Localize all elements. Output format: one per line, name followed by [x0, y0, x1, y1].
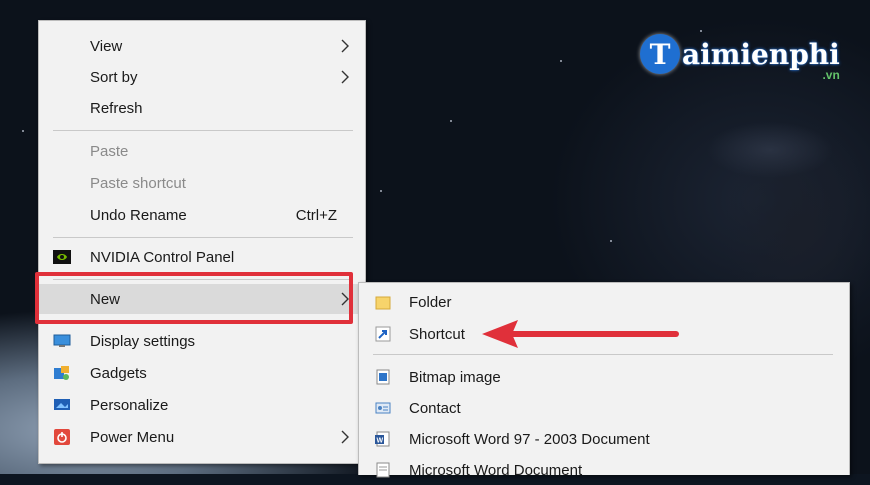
star: [22, 130, 24, 132]
contact-icon: [375, 402, 391, 414]
star: [560, 60, 562, 62]
star: [610, 240, 612, 242]
menu-item-label: Personalize: [90, 396, 169, 414]
menu-item-undo-rename[interactable]: Undo Rename Ctrl+Z: [39, 200, 365, 230]
gadgets-icon: [54, 366, 69, 380]
submenu-item-word[interactable]: Microsoft Word Document: [359, 455, 849, 485]
submenu-item-label: Bitmap image: [409, 368, 501, 386]
menu-item-power-menu[interactable]: Power Menu: [39, 422, 365, 452]
star: [450, 120, 452, 122]
menu-item-paste[interactable]: Paste: [39, 136, 365, 166]
submenu-item-contact[interactable]: Contact: [359, 393, 849, 423]
chevron-right-icon: [341, 430, 349, 444]
watermark-logo: T aimienphi .vn: [640, 24, 840, 84]
menu-item-paste-shortcut[interactable]: Paste shortcut: [39, 168, 365, 198]
new-submenu: Folder Shortcut Bitmap image Contact W M…: [358, 282, 850, 479]
submenu-item-label: Contact: [409, 399, 461, 417]
submenu-item-folder[interactable]: Folder: [359, 287, 849, 317]
menu-item-label: Paste shortcut: [90, 174, 186, 192]
power-icon: [54, 429, 70, 445]
menu-item-label: NVIDIA Control Panel: [90, 248, 235, 266]
chevron-right-icon: [341, 39, 349, 53]
menu-item-sort-by[interactable]: Sort by: [39, 62, 365, 92]
submenu-item-label: Shortcut: [409, 325, 465, 343]
menu-separator: [53, 237, 353, 238]
personalize-icon: [54, 399, 70, 410]
submenu-separator: [373, 354, 833, 355]
menu-item-personalize[interactable]: Personalize: [39, 390, 365, 420]
shortcut-icon: [375, 326, 391, 342]
menu-item-label: Undo Rename: [90, 206, 187, 224]
desktop-context-menu: View Sort by Refresh Paste Paste shortcu…: [38, 20, 366, 464]
submenu-item-bitmap[interactable]: Bitmap image: [359, 362, 849, 392]
red-arrow-annotation: [482, 320, 679, 348]
submenu-item-label: Microsoft Word Document: [409, 461, 583, 479]
menu-item-refresh[interactable]: Refresh: [39, 93, 365, 123]
menu-item-label: Refresh: [90, 99, 143, 117]
menu-item-label: Gadgets: [90, 364, 147, 382]
submenu-item-word97[interactable]: W Microsoft Word 97 - 2003 Document: [359, 424, 849, 454]
submenu-item-label: Microsoft Word 97 - 2003 Document: [409, 430, 650, 448]
chevron-right-icon: [341, 70, 349, 84]
nvidia-icon: [53, 250, 71, 264]
logo-badge: T: [640, 34, 680, 74]
submenu-item-label: Folder: [409, 293, 452, 311]
menu-item-label: Power Menu: [90, 428, 175, 446]
display-icon: [53, 334, 71, 347]
logo-text: aimienphi: [682, 37, 840, 71]
svg-text:W: W: [377, 438, 384, 445]
menu-item-gadgets[interactable]: Gadgets: [39, 358, 365, 388]
bitmap-icon: [376, 369, 390, 385]
menu-item-label: Display settings: [90, 332, 196, 350]
menu-item-label: Paste: [90, 142, 129, 160]
menu-item-display-settings[interactable]: Display settings: [39, 326, 365, 356]
star: [380, 190, 382, 192]
logo-domain: .vn: [822, 68, 840, 82]
menu-item-label: Sort by: [90, 68, 138, 86]
word-icon: [376, 462, 390, 478]
menu-item-nvidia-control-panel[interactable]: NVIDIA Control Panel: [39, 242, 365, 272]
highlight-box-new: [35, 272, 353, 324]
word-icon: W: [375, 431, 390, 447]
folder-icon: [375, 296, 391, 310]
menu-separator: [53, 130, 353, 131]
keyboard-shortcut: Ctrl+Z: [295, 206, 337, 224]
menu-item-label: View: [90, 37, 123, 55]
menu-item-view[interactable]: View: [39, 31, 365, 61]
